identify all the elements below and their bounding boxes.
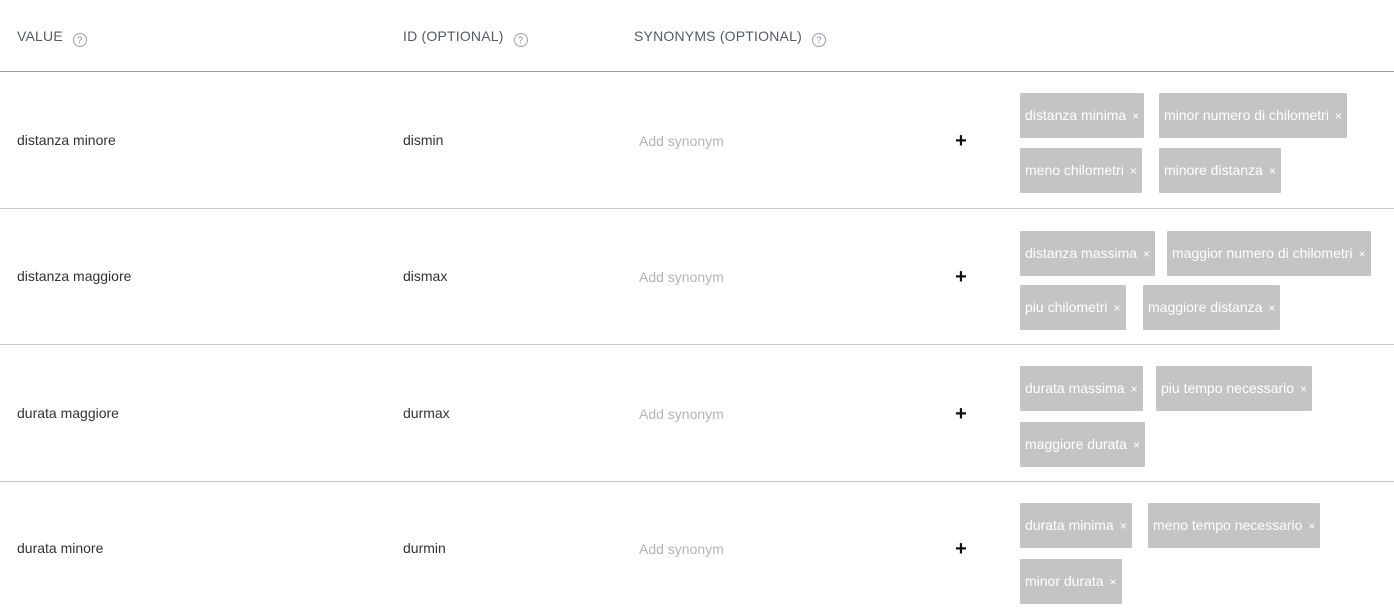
slot-value[interactable]: durata maggiore: [17, 405, 119, 421]
add-synonym-button[interactable]: +: [950, 538, 972, 560]
synonym-chip: distanza massima ×: [1020, 231, 1156, 276]
synonym-chip-label: minor durata: [1025, 573, 1104, 589]
slot-value[interactable]: durata minore: [17, 540, 103, 556]
remove-synonym-icon[interactable]: ×: [1269, 164, 1276, 178]
help-icon[interactable]: ?: [811, 33, 826, 47]
add-synonym-input[interactable]: [634, 400, 929, 428]
table-row: durata maggioredurmax+durata massima×piu…: [0, 345, 1394, 482]
synonym-chip: meno tempo necessario ×: [1148, 503, 1321, 548]
remove-synonym-icon[interactable]: ×: [1308, 519, 1315, 533]
id-column-header: ID (OPTIONAL)?: [403, 28, 528, 47]
synonym-chip: maggiore durata ×: [1020, 422, 1145, 467]
synonyms-column-header: SYNONYMS (OPTIONAL)?: [634, 28, 826, 47]
table-row: durata minoredurmin+durata minima×meno t…: [0, 482, 1394, 615]
synonym-chip-list: durata massima × piu tempo necessario × magg…: [1020, 345, 1394, 482]
remove-synonym-icon[interactable]: ×: [1110, 575, 1117, 589]
add-synonym-button[interactable]: +: [950, 403, 972, 425]
slot-value[interactable]: distanza minore: [17, 132, 116, 148]
synonym-chip-label: maggiore distanza: [1148, 299, 1263, 315]
help-icon[interactable]: ?: [513, 33, 528, 47]
synonym-chip-label: maggiore durata: [1025, 436, 1127, 452]
table-header: VALUE? ID (OPTIONAL)? SYNONYMS (OPTIONAL…: [0, 0, 1394, 72]
synonym-chip-label: distanza minima: [1025, 107, 1127, 123]
slot-id[interactable]: dismax: [403, 268, 447, 284]
remove-synonym-icon[interactable]: ×: [1300, 382, 1307, 396]
synonym-chip-label: piu chilometri: [1025, 299, 1108, 315]
remove-synonym-icon[interactable]: ×: [1143, 247, 1150, 261]
remove-synonym-icon[interactable]: ×: [1133, 438, 1140, 452]
slot-id[interactable]: durmax: [403, 405, 450, 421]
synonym-chip: piu chilometri ×: [1020, 285, 1126, 330]
add-synonym-button[interactable]: +: [950, 130, 972, 152]
remove-synonym-icon[interactable]: ×: [1335, 109, 1342, 123]
synonym-chip: distanza minima ×: [1020, 93, 1145, 138]
remove-synonym-icon[interactable]: ×: [1268, 301, 1275, 315]
value-column-header: VALUE?: [17, 28, 87, 47]
synonym-chip-label: meno tempo necessario: [1153, 517, 1303, 533]
slot-values-table: VALUE? ID (OPTIONAL)? SYNONYMS (OPTIONAL…: [0, 0, 1394, 615]
synonym-chip-label: meno chilometri: [1025, 162, 1124, 178]
table-row: distanza minoredismin+distanza minima×mi…: [0, 72, 1394, 209]
add-synonym-input[interactable]: [634, 263, 929, 291]
add-synonym-button[interactable]: +: [950, 266, 972, 288]
add-synonym-input[interactable]: [634, 127, 929, 155]
id-header-label: ID (OPTIONAL): [403, 28, 504, 44]
synonym-chip: maggiore distanza ×: [1143, 285, 1281, 330]
synonym-chip: minor numero di chilometri ×: [1159, 93, 1347, 138]
remove-synonym-icon[interactable]: ×: [1132, 109, 1139, 123]
synonym-chip: meno chilometri ×: [1020, 148, 1142, 193]
synonym-chip-list: durata minima × meno tempo necessario × mino…: [1020, 482, 1394, 615]
synonym-chip-list: distanza minima × minor numero di chilomet…: [1020, 72, 1394, 209]
remove-synonym-icon[interactable]: ×: [1359, 247, 1366, 261]
slot-value[interactable]: distanza maggiore: [17, 268, 131, 284]
synonym-chip: piu tempo necessario ×: [1156, 366, 1313, 411]
synonym-chip: maggior numero di chilometri ×: [1167, 231, 1371, 276]
synonym-chip-label: distanza massima: [1025, 245, 1138, 261]
synonym-chip: minor durata ×: [1020, 559, 1122, 604]
synonym-chip-label: durata minima: [1025, 517, 1114, 533]
remove-synonym-icon[interactable]: ×: [1113, 301, 1120, 315]
synonym-chip-label: piu tempo necessario: [1161, 380, 1295, 396]
synonym-chip-label: durata massima: [1025, 380, 1125, 396]
synonyms-header-label: SYNONYMS (OPTIONAL): [634, 28, 802, 44]
remove-synonym-icon[interactable]: ×: [1131, 382, 1138, 396]
add-synonym-input[interactable]: [634, 535, 929, 563]
synonym-chip: durata minima ×: [1020, 503, 1132, 548]
synonym-chip-label: maggior numero di chilometri: [1172, 245, 1353, 261]
synonym-chip: minore distanza ×: [1159, 148, 1281, 193]
value-header-label: VALUE: [17, 28, 63, 44]
synonym-chip: durata massima ×: [1020, 366, 1143, 411]
table-row: distanza maggiore dismax + distanza massima…: [0, 209, 1394, 345]
slot-id[interactable]: durmin: [403, 540, 446, 556]
slot-id[interactable]: dismin: [403, 132, 443, 148]
remove-synonym-icon[interactable]: ×: [1120, 519, 1127, 533]
help-icon[interactable]: ?: [72, 33, 87, 47]
synonym-chip-label: minor numero di chilometri: [1164, 107, 1329, 123]
synonym-chip-list: distanza massima × maggior numero di chilo…: [1020, 209, 1394, 345]
synonym-chip-label: minore distanza: [1164, 162, 1263, 178]
remove-synonym-icon[interactable]: ×: [1130, 164, 1137, 178]
